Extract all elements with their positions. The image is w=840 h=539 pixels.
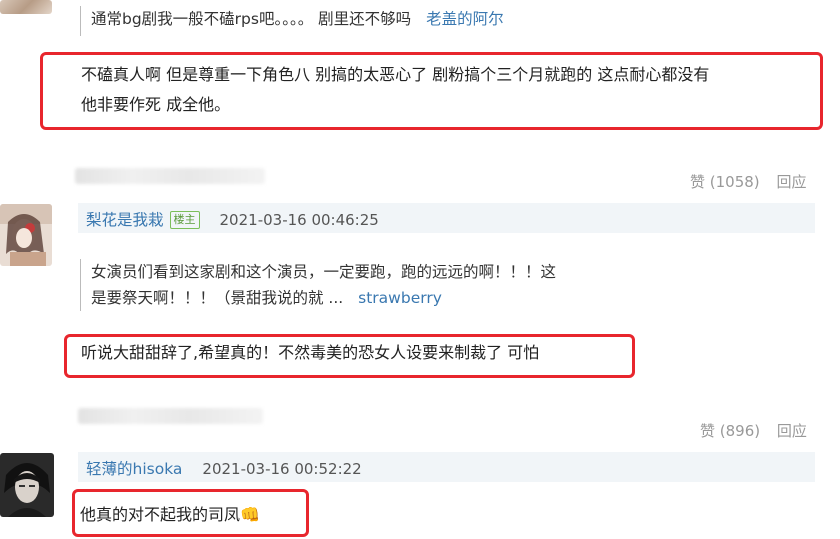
avatar-image <box>0 204 52 266</box>
op-badge: 楼主 <box>169 211 200 229</box>
comment-actions: 赞 (1058) 回应 <box>690 171 806 192</box>
quote-text: 通常bg剧我一般不磕rps吧。。。。 剧里还不够吗 <box>91 10 412 28</box>
blurred-username <box>75 168 265 184</box>
quoted-comment: 通常bg剧我一般不磕rps吧。。。。 剧里还不够吗 老盖的阿尔 <box>80 6 791 36</box>
avatar[interactable] <box>0 204 52 266</box>
user-info-bar: 轻薄的hisoka 2021-03-16 00:52:22 <box>78 452 815 482</box>
like-button[interactable]: 赞 (1058) <box>690 171 760 192</box>
quoted-comment: 女演员们看到这家剧和这个演员，一定要跑，跑的远远的啊！！！这 是要祭天啊！！！（… <box>80 259 651 311</box>
timestamp: 2021-03-16 00:52:22 <box>202 460 362 478</box>
comment-actions: 赞 (896) 回应 <box>700 420 807 441</box>
reply-button[interactable]: 回应 <box>776 171 806 192</box>
timestamp: 2021-03-16 00:46:25 <box>219 211 379 229</box>
reply-text: 他真的对不起我的司凤👊 <box>80 500 305 530</box>
user-info-bar: 梨花是我栽 楼主 2021-03-16 00:46:25 <box>78 203 815 233</box>
blurred-username <box>78 408 263 424</box>
fist-emoji: 👊 <box>240 505 260 524</box>
username-link[interactable]: 轻薄的hisoka <box>86 460 182 478</box>
quote-author-link[interactable]: 老盖的阿尔 <box>426 10 504 28</box>
quote-author-link[interactable]: strawberry <box>358 289 442 307</box>
avatar-image <box>0 453 54 517</box>
like-button[interactable]: 赞 (896) <box>700 420 760 441</box>
reply-text: 听说大甜甜辞了,希望真的！不然毒美的恐女人设要来制裁了 可怕 <box>81 343 540 362</box>
reply-line-2: 他非要作死 成全他。 <box>81 95 231 114</box>
avatar-top-partial[interactable] <box>0 0 52 14</box>
reply-text: 不磕真人啊 但是尊重一下角色八 别搞的太恶心了 剧粉搞个三个月就跑的 这点耐心都… <box>81 60 816 120</box>
avatar[interactable] <box>0 453 54 517</box>
reply-button[interactable]: 回应 <box>777 420 807 441</box>
quote-line-1: 女演员们看到这家剧和这个演员，一定要跑，跑的远远的啊！！！这 <box>91 263 557 281</box>
reply-text-content: 他真的对不起我的司凤 <box>80 505 241 524</box>
reply-line-1: 不磕真人啊 但是尊重一下角色八 别搞的太恶心了 剧粉搞个三个月就跑的 这点耐心都… <box>81 65 710 84</box>
quote-line-2: 是要祭天啊！！！（景甜我说的就 ... <box>91 289 344 307</box>
username-link[interactable]: 梨花是我栽 <box>86 211 164 229</box>
